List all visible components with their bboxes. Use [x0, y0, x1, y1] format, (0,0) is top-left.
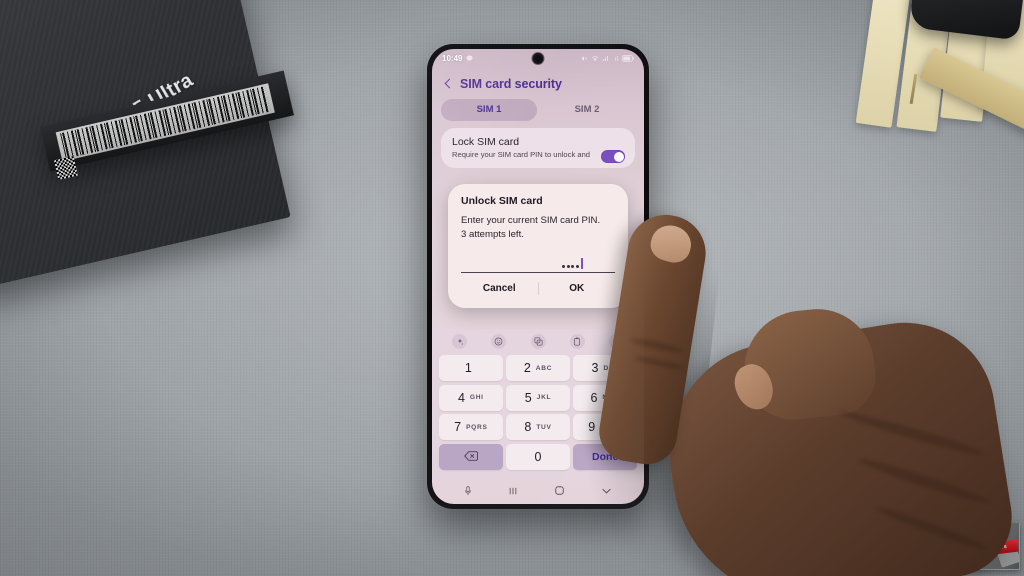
pin-dot [575, 265, 579, 269]
front-camera-punchhole [532, 53, 544, 64]
ok-button[interactable]: OK [539, 283, 616, 294]
message-bubble-icon [466, 55, 474, 62]
battery-icon [622, 55, 634, 62]
app-bar: SIM card security [432, 68, 644, 97]
signal-2-icon [612, 55, 619, 62]
back-chevron-icon[interactable] [443, 79, 453, 89]
wooden-fixture [824, 0, 1024, 135]
mute-icon [581, 55, 588, 62]
dialog-message: Enter your current SIM card PIN. 3 attem… [461, 214, 615, 241]
lock-sim-card-setting[interactable]: Lock SIM card Require your SIM card PIN … [441, 128, 635, 169]
page-title: SIM card security [460, 77, 562, 91]
corner-thumbnail-watermark: SHORTS [972, 522, 1020, 570]
sim-tab-bar: SIM 1 SIM 2 [432, 97, 644, 128]
dialog-message-line-2: 3 attempts left. [461, 228, 524, 240]
wifi-icon [591, 55, 599, 62]
dialog-title: Unlock SIM card [461, 195, 543, 207]
dialog-action-row: Cancel OK [461, 273, 615, 304]
galaxy-retail-box: Galaxy Galaxy S25 Ultra [0, 0, 330, 308]
text-caret [581, 258, 583, 270]
status-bar-left: 10:49 [442, 54, 474, 63]
dialog-message-line-1: Enter your current SIM card PIN. [461, 215, 601, 226]
smartphone-device: 10:49 SIM card security SIM 1 SIM 2 Lock… [427, 44, 649, 509]
tab-sim-2[interactable]: SIM 2 [539, 99, 635, 121]
pin-dot [571, 265, 575, 269]
lock-sim-card-title: Lock SIM card [452, 136, 520, 148]
pin-masked-value [562, 258, 583, 270]
lock-sim-card-toggle[interactable] [601, 150, 625, 163]
tab-sim-1[interactable]: SIM 1 [441, 99, 537, 121]
pin-input-field[interactable] [461, 253, 615, 274]
status-bar-right [581, 55, 634, 62]
phone-screen: 10:49 SIM card security SIM 1 SIM 2 Lock… [432, 49, 644, 504]
pin-dot [562, 265, 566, 269]
cancel-button[interactable]: Cancel [461, 283, 538, 294]
signal-icon [602, 55, 609, 62]
unlock-sim-dialog: Unlock SIM card Enter your current SIM c… [448, 184, 628, 309]
status-clock: 10:49 [442, 54, 463, 63]
lock-sim-card-subtitle: Require your SIM card PIN to unlock and [452, 150, 591, 159]
pin-dot [566, 265, 570, 269]
